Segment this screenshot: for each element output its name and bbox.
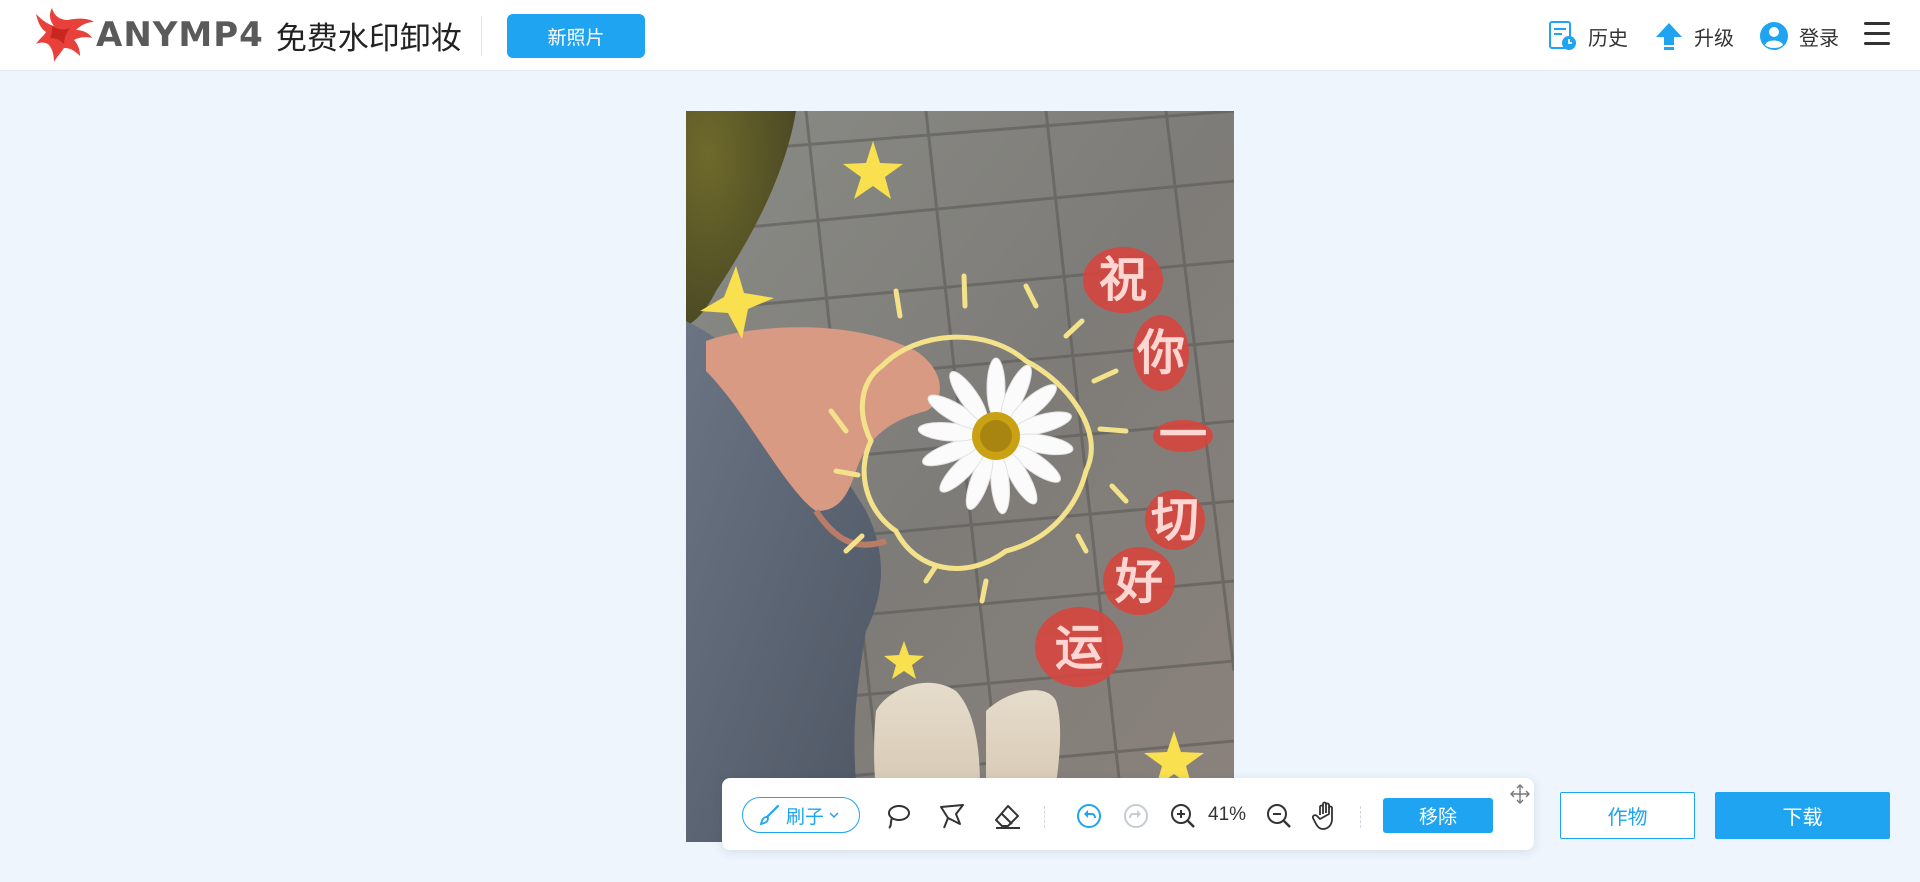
nav-login[interactable]: 登录 <box>1759 18 1839 54</box>
undo-icon <box>1077 804 1101 828</box>
eraser-icon <box>995 805 1020 829</box>
nav-history-label: 历史 <box>1588 27 1628 50</box>
redo-button[interactable] <box>1120 800 1152 832</box>
polygon-lasso-tool[interactable] <box>936 800 968 832</box>
nav-history[interactable]: 历史 <box>1548 18 1628 54</box>
app-logo[interactable]: ANYMP4 免费水印卸妆 <box>30 8 462 62</box>
overlay-char-1: 祝 <box>1099 252 1147 308</box>
toolbar-divider <box>1360 806 1361 828</box>
overlay-char-2: 你 <box>1136 325 1185 381</box>
undo-button[interactable] <box>1073 800 1105 832</box>
move-icon[interactable] <box>1510 784 1530 804</box>
zoom-in-button[interactable] <box>1167 800 1199 832</box>
zoom-level: 41% <box>1208 804 1247 825</box>
overlay-char-5: 好 <box>1114 554 1163 610</box>
nav-login-label: 登录 <box>1799 27 1839 50</box>
toolbar-divider <box>1044 806 1045 828</box>
zoom-out-icon <box>1267 804 1291 828</box>
redo-icon <box>1124 804 1148 828</box>
logo-product-text: 免费水印卸妆 <box>275 20 462 57</box>
lasso-tool[interactable] <box>882 800 914 832</box>
download-button[interactable]: 下载 <box>1715 792 1890 839</box>
top-header: ANYMP4 免费水印卸妆 新照片 历史 升级 登录 <box>0 0 1920 71</box>
lasso-icon <box>888 805 910 829</box>
brush-tool-label: 刷子 <box>785 806 824 828</box>
crop-button[interactable]: 作物 <box>1560 792 1695 839</box>
overlay-char-6: 运 <box>1055 620 1103 676</box>
hand-pan-tool[interactable] <box>1310 800 1342 832</box>
brush-icon <box>759 804 780 826</box>
history-icon <box>1549 21 1576 50</box>
edit-toolbar: 刷子 41% 移除 <box>722 778 1534 850</box>
chevron-down-icon <box>829 812 839 819</box>
polygon-lasso-icon <box>940 804 964 829</box>
logo-brand-text: ANYMP4 <box>96 15 264 55</box>
zoom-out-button[interactable] <box>1263 800 1295 832</box>
eraser-tool[interactable] <box>991 800 1023 832</box>
new-photo-button[interactable]: 新照片 <box>507 14 645 58</box>
upgrade-arrow-icon <box>1656 23 1682 50</box>
nav-upgrade[interactable]: 升级 <box>1654 18 1734 54</box>
edited-photo: 祝 你 一 切 好 运 <box>686 111 1234 842</box>
brush-tool-button[interactable]: 刷子 <box>742 797 860 833</box>
hand-pan-icon <box>1312 801 1333 830</box>
user-avatar-icon <box>1760 22 1788 50</box>
phoenix-logo-icon <box>36 8 94 62</box>
zoom-in-icon <box>1171 804 1195 828</box>
overlay-char-3: 一 <box>1159 407 1207 463</box>
overlay-char-4: 切 <box>1151 492 1199 548</box>
header-divider <box>481 16 482 56</box>
remove-button[interactable]: 移除 <box>1383 798 1493 833</box>
nav-upgrade-label: 升级 <box>1694 27 1734 50</box>
hamburger-menu-icon[interactable] <box>1864 22 1890 46</box>
photo-canvas[interactable]: 祝 你 一 切 好 运 <box>686 111 1234 842</box>
